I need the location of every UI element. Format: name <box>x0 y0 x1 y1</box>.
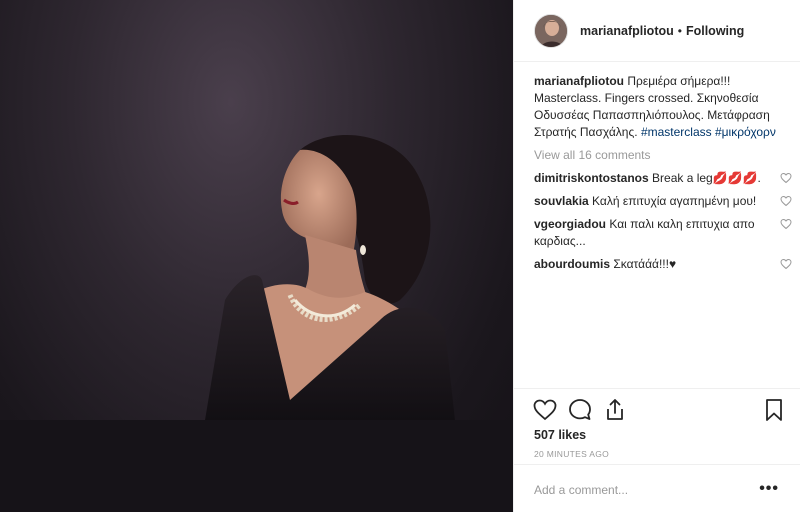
heart-icon[interactable] <box>532 397 558 423</box>
header-separator: • <box>677 23 682 38</box>
share-icon[interactable] <box>602 397 628 423</box>
comment-item: souvlakia Καλή επιτυχία αγαπημένη μου! <box>534 193 792 210</box>
small-heart-icon[interactable] <box>780 218 792 230</box>
post-side-panel: marianafpliotou • Following marianafplio… <box>513 0 800 512</box>
post-photo[interactable] <box>0 0 513 512</box>
comment-username[interactable]: abourdoumis <box>534 257 610 271</box>
comments-section: marianafpliotou Πρεμιέρα σήμερα!!! Maste… <box>534 73 792 273</box>
comment-username[interactable]: dimitriskontostanos <box>534 171 649 185</box>
comment-text: Break a leg💋💋💋. <box>648 171 761 185</box>
add-comment-input[interactable]: Add a comment... <box>534 483 628 497</box>
likes-count[interactable]: 507 likes <box>534 428 586 442</box>
post-header: marianafpliotou • Following <box>514 0 800 62</box>
bookmark-icon[interactable] <box>761 397 787 423</box>
comment-item: abourdoumis Σκατάάά!!!♥ <box>534 256 792 273</box>
header-username[interactable]: marianafpliotou <box>580 24 674 38</box>
avatar[interactable] <box>534 13 568 48</box>
comment-item: vgeorgiadou Και παλι καλη επιτυχια απο κ… <box>534 216 792 250</box>
view-all-comments-link[interactable]: View all 16 comments <box>534 147 784 164</box>
post-timestamp: 20 MINUTES AGO <box>534 449 610 459</box>
comment-text: Σκατάάά!!!♥ <box>610 257 677 271</box>
post-actions: 507 likes 20 MINUTES AGO <box>514 388 800 464</box>
hashtag-masterclass[interactable]: #masterclass <box>641 125 712 139</box>
comment-username[interactable]: vgeorgiadou <box>534 217 606 231</box>
small-heart-icon[interactable] <box>780 195 792 207</box>
caption-username[interactable]: marianafpliotou <box>534 74 624 88</box>
portrait-illustration <box>205 135 455 420</box>
add-comment-area[interactable]: Add a comment... ••• <box>514 464 800 512</box>
hashtag-mikrochorn[interactable]: #μικρόχορν <box>715 125 776 139</box>
small-heart-icon[interactable] <box>780 258 792 270</box>
comment-bubble-icon[interactable] <box>567 397 593 423</box>
post-caption: marianafpliotou Πρεμιέρα σήμερα!!! Maste… <box>534 73 784 141</box>
small-heart-icon[interactable] <box>780 172 792 184</box>
action-bar <box>532 397 787 423</box>
comment-username[interactable]: souvlakia <box>534 194 589 208</box>
comment-text: Καλή επιτυχία αγαπημένη μου! <box>588 194 757 208</box>
following-button[interactable]: Following <box>686 24 744 38</box>
more-options-button[interactable]: ••• <box>759 480 779 498</box>
comment-item: dimitriskontostanos Break a leg💋💋💋. <box>534 170 792 187</box>
